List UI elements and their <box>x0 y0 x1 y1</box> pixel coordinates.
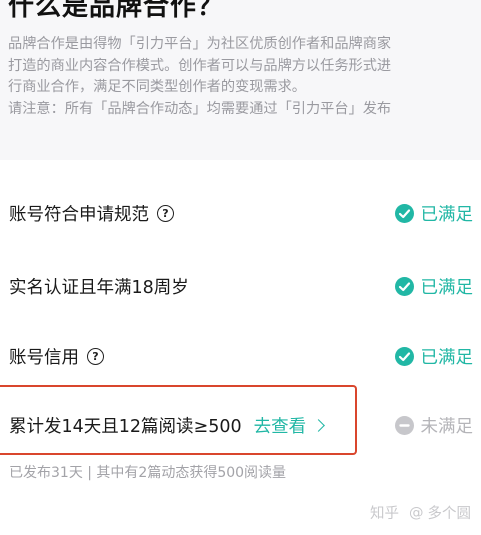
requirement-row-real-name: 实名认证且年满18周岁 已满足 <box>0 268 481 308</box>
status-text: 已满足 <box>420 348 474 368</box>
requirement-text: 累计发14天且12篇阅读≥500 <box>9 417 242 437</box>
minus-circle-icon <box>394 416 414 435</box>
status-text: 已满足 <box>420 205 474 225</box>
view-details-label: 去查看 <box>253 417 307 437</box>
requirement-text: 账号信用 <box>9 348 79 368</box>
watermark-site: 知乎 <box>370 506 399 522</box>
requirement-label: 账号符合申请规范 ? <box>9 201 174 226</box>
requirement-text: 实名认证且年满18周岁 <box>9 278 189 298</box>
requirement-label: 账号信用 ? <box>9 344 104 369</box>
requirement-row-account-compliance: 账号符合申请规范 ? 已满足 <box>0 195 481 235</box>
description-line: 品牌合作是由得物「引力平台」为社区优质创作者和品牌商家 <box>8 36 392 52</box>
intro-description: 品牌合作是由得物「引力平台」为社区优质创作者和品牌商家 打造的商业内容合作模式。… <box>8 34 476 120</box>
requirement-text: 账号符合申请规范 <box>9 205 149 225</box>
requirement-label: 累计发14天且12篇阅读≥500 去查看 <box>9 413 325 438</box>
help-icon[interactable]: ? <box>87 348 104 365</box>
status-text: 未满足 <box>420 417 474 437</box>
page-title: 什么是品牌合作？ <box>8 0 225 22</box>
status-met: 已满足 <box>394 344 474 369</box>
description-line: 打造的商业内容合作模式。创作者可以与品牌方以任务形式进 <box>8 57 392 74</box>
description-line: 请注意：所有「品牌合作动态」均需要通过「引力平台」发布 <box>8 100 392 117</box>
requirement-row-credit: 账号信用 ? 已满足 <box>0 338 481 378</box>
view-details-link[interactable]: 去查看 <box>253 413 325 438</box>
help-icon[interactable]: ? <box>157 205 174 222</box>
check-circle-icon <box>394 204 414 223</box>
status-unmet: 未满足 <box>394 413 474 438</box>
chevron-right-icon <box>312 419 325 432</box>
status-met: 已满足 <box>394 274 474 299</box>
watermark: 知乎 @ 多个圆 <box>370 502 471 523</box>
watermark-at: @ <box>409 504 424 521</box>
requirement-row-posting-activity: 累计发14天且12篇阅读≥500 去查看 未满足 <box>0 407 481 447</box>
status-text: 已满足 <box>420 278 474 298</box>
requirement-label: 实名认证且年满18周岁 <box>9 274 189 299</box>
intro-panel: 什么是品牌合作？ 品牌合作是由得物「引力平台」为社区优质创作者和品牌商家 打造的… <box>0 0 481 160</box>
status-met: 已满足 <box>394 201 474 226</box>
progress-note: 已发布31天 | 其中有2篇动态获得500阅读量 <box>9 465 287 481</box>
check-circle-icon <box>394 277 414 296</box>
watermark-author: 多个圆 <box>427 506 472 522</box>
check-circle-icon <box>394 347 414 366</box>
description-line: 行商业合作，满足不同类型创作者的变现需求。 <box>8 79 306 95</box>
